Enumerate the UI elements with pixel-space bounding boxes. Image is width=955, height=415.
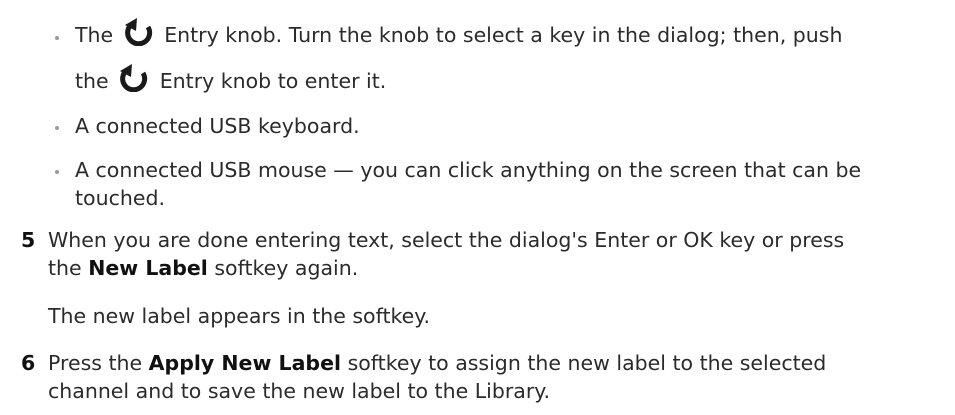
step-text: Press the Apply New Label softkey to ass… xyxy=(48,349,826,377)
bullet-text: The Entry knob. Turn the knob to select … xyxy=(75,18,842,49)
step-text: When you are done entering text, select … xyxy=(48,228,845,252)
text-fragment: Entry knob to enter it. xyxy=(159,69,387,93)
text-fragment: Press the xyxy=(48,351,143,375)
bullet-dot xyxy=(55,36,59,40)
entry-knob-icon xyxy=(120,64,148,92)
text-fragment: the xyxy=(48,256,82,280)
entry-knob-icon xyxy=(124,18,152,46)
text-fragment: softkey again. xyxy=(214,256,359,280)
softkey-name: New Label xyxy=(88,256,208,280)
step-text-cont: channel and to save the new label to the… xyxy=(48,379,550,403)
text-fragment: the xyxy=(75,69,109,93)
bullet-dot xyxy=(55,170,59,174)
text-fragment: The xyxy=(75,23,114,47)
softkey-name: Apply New Label xyxy=(148,351,342,375)
bullet-text-cont: touched. xyxy=(75,186,165,210)
step-text-cont: the New Label softkey again. xyxy=(48,254,358,282)
text-fragment: softkey to assign the new label to the s… xyxy=(347,351,827,375)
bullet-text: A connected USB keyboard. xyxy=(75,114,360,138)
step-result: The new label appears in the softkey. xyxy=(48,304,430,328)
step-number: 6 xyxy=(21,351,36,375)
text-fragment: Entry knob. Turn the knob to select a ke… xyxy=(164,23,843,47)
bullet-text: A connected USB mouse — you can click an… xyxy=(75,158,862,182)
bullet-dot xyxy=(55,126,59,130)
bullet-text-cont: the Entry knob to enter it. xyxy=(75,64,386,95)
step-number: 5 xyxy=(21,228,36,252)
